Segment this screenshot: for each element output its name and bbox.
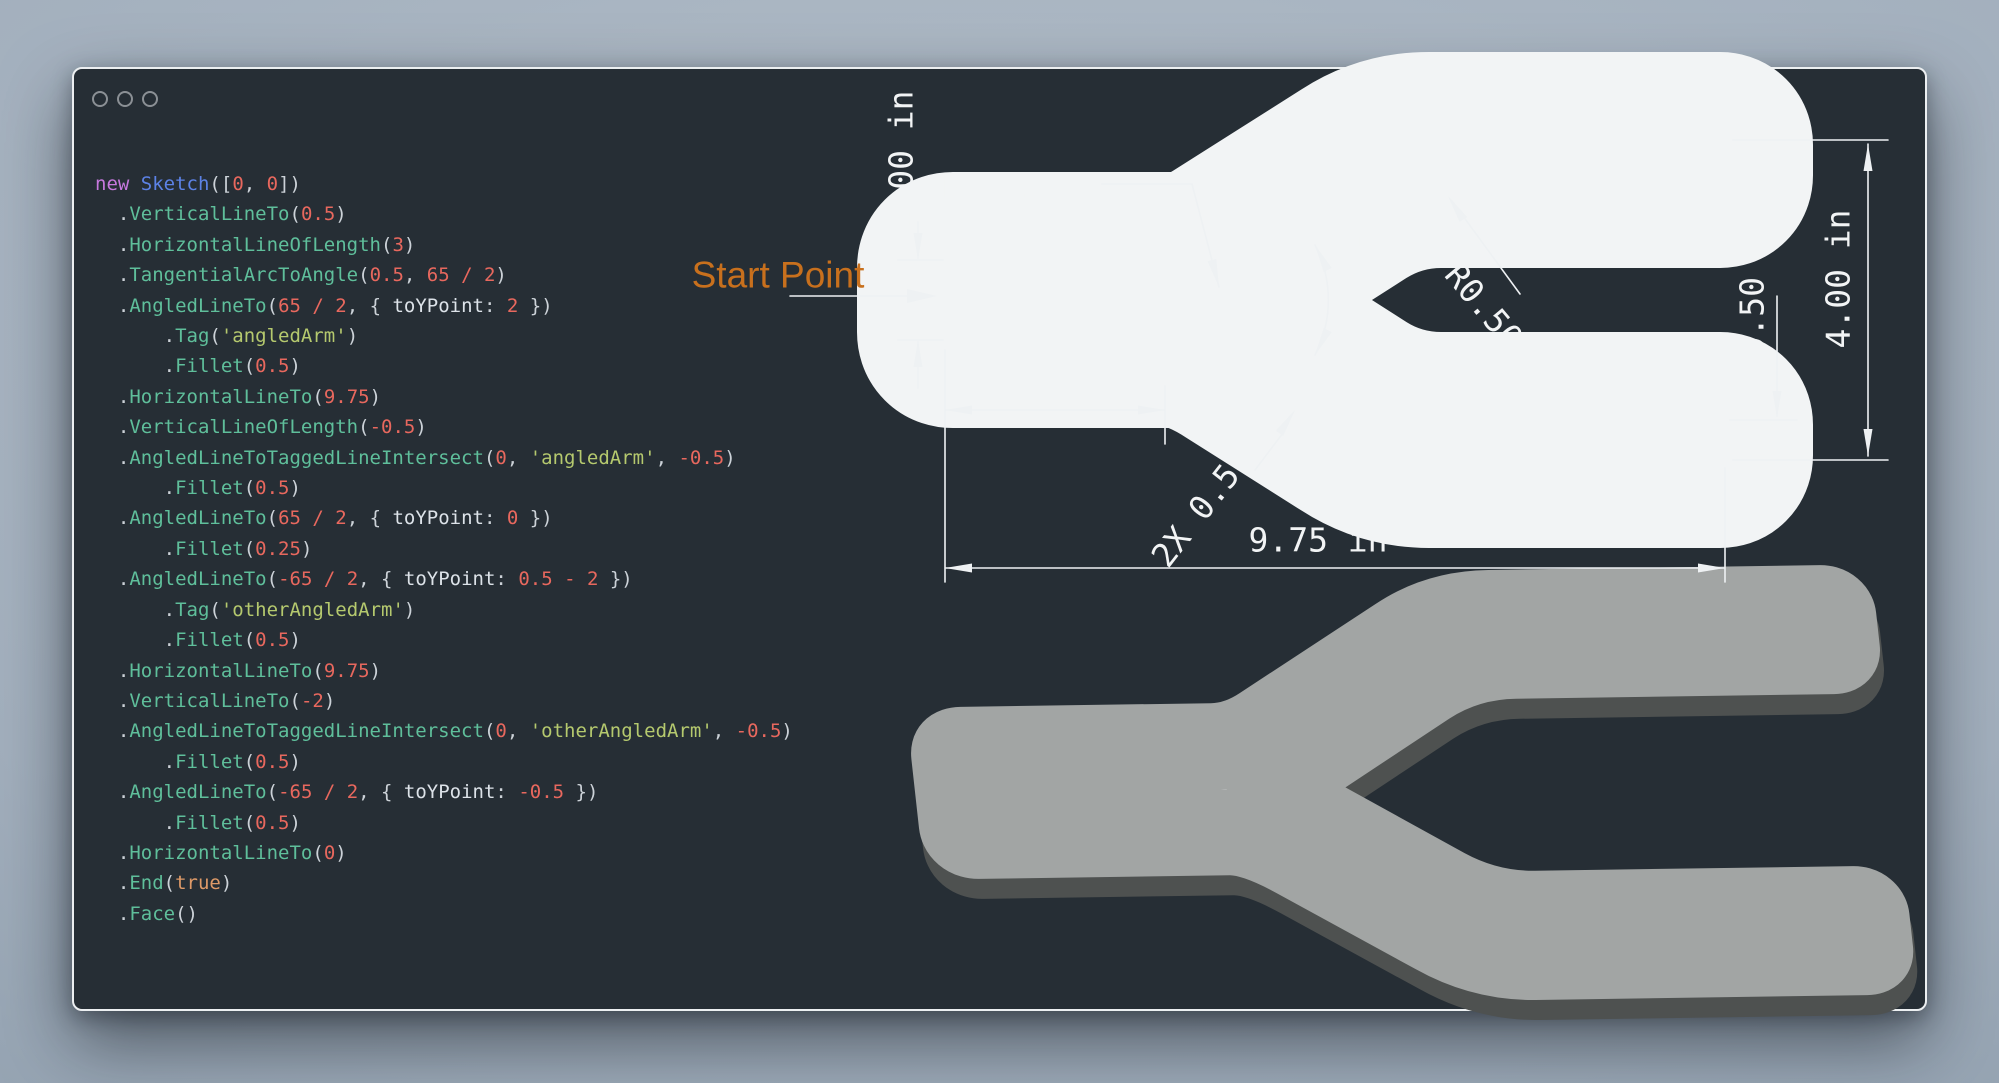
app-window: new Sketch([0, 0]) .VerticalLineTo(0.5) …	[72, 67, 1927, 1011]
close-button-icon[interactable]	[92, 91, 108, 107]
traffic-lights	[92, 91, 158, 107]
maximize-button-icon[interactable]	[142, 91, 158, 107]
minimize-button-icon[interactable]	[117, 91, 133, 107]
code-editor[interactable]: new Sketch([0, 0]) .VerticalLineTo(0.5) …	[95, 169, 793, 929]
desktop-background: new Sketch([0, 0]) .VerticalLineTo(0.5) …	[0, 0, 1999, 1083]
